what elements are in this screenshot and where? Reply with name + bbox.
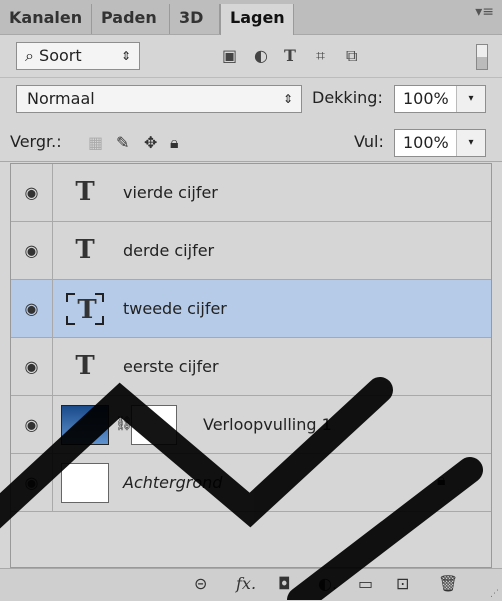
layer-name: Achtergrond	[123, 473, 223, 492]
type-layer-icon: T	[65, 292, 109, 330]
layer-name: tweede cijfer	[123, 299, 227, 318]
select-arrows-icon: ⇕	[282, 92, 293, 106]
visibility-eye-icon[interactable]: ◉	[11, 222, 53, 279]
layer-row[interactable]: ◉ T eerste cijfer	[11, 338, 491, 396]
blend-row: Normaal ⇕ Dekking: 100% ▾	[0, 79, 502, 119]
layers-list: ◉ T vierde cijfer ◉ T derde cijfer ◉ T t…	[10, 163, 492, 568]
layer-name: Verloopvulling 1	[203, 415, 332, 434]
layer-name: derde cijfer	[123, 241, 215, 260]
visibility-eye-icon[interactable]: ◉	[11, 280, 53, 337]
layer-name: eerste cijfer	[123, 357, 219, 376]
fill-input[interactable]: 100% ▾	[394, 129, 486, 157]
shape-layer-filter-icon[interactable]: ⌗	[316, 46, 325, 66]
select-arrows-icon: ⇕	[120, 49, 131, 63]
type-layer-icon: T	[75, 177, 95, 207]
link-layers-icon[interactable]: ⊝	[194, 574, 207, 593]
visibility-eye-icon[interactable]: ◉	[11, 164, 53, 221]
lock-row: Vergr.: ▦ ✎ ✥ 🔒︎ Vul: 100% ▾	[0, 121, 502, 162]
opacity-input[interactable]: 100% ▾	[394, 85, 486, 113]
lock-label: Vergr.:	[10, 132, 62, 151]
smart-object-filter-icon[interactable]: ⧉	[346, 46, 357, 66]
filter-row: ⌕ Soort ⇕ ▣ ◐ T ⌗ ⧉	[0, 35, 502, 78]
mask-thumbnail[interactable]	[131, 405, 177, 445]
filter-kind-select[interactable]: ⌕ Soort ⇕	[16, 42, 140, 70]
blend-mode-select[interactable]: Normaal ⇕	[16, 85, 302, 113]
blend-mode-value: Normaal	[27, 89, 95, 108]
resize-grip-icon[interactable]: ⋰	[490, 589, 499, 599]
visibility-eye-icon[interactable]: ◉	[11, 396, 53, 453]
layer-row[interactable]: ◉ T vierde cijfer	[11, 164, 491, 222]
tab-lagen[interactable]: Lagen	[220, 4, 294, 35]
new-layer-icon[interactable]: ⊡	[396, 574, 409, 593]
background-thumbnail[interactable]	[61, 463, 109, 503]
lock-position-icon[interactable]: ✥	[144, 133, 157, 152]
new-group-icon[interactable]: ▭	[358, 574, 373, 593]
layer-row[interactable]: ◉ ⛓ Verloopvulling 1	[11, 396, 491, 454]
fx-icon[interactable]: fx.	[236, 574, 256, 593]
pixel-layer-filter-icon[interactable]: ▣	[222, 46, 237, 65]
opacity-value: 100%	[403, 89, 449, 108]
add-mask-icon[interactable]: ◘	[278, 574, 291, 593]
visibility-eye-icon[interactable]: ◉	[11, 338, 53, 395]
gradient-thumbnail[interactable]	[61, 405, 109, 445]
panel-footer: ⊝ fx. ◘ ◐. ▭ ⊡ 🗑︎ ⋰	[0, 568, 502, 601]
tab-paden[interactable]: Paden	[92, 4, 170, 34]
tab-bar: Kanalen Paden 3D Lagen ▾≡	[0, 0, 502, 35]
lock-all-icon[interactable]: 🔒︎	[170, 133, 179, 153]
adjustment-layer-filter-icon[interactable]: ◐	[254, 46, 268, 65]
chevron-down-icon[interactable]: ▾	[456, 130, 485, 156]
visibility-eye-icon[interactable]: ◉	[11, 454, 53, 511]
tab-kanalen[interactable]: Kanalen	[0, 4, 92, 34]
type-layer-icon: T	[75, 351, 95, 381]
opacity-label: Dekking:	[312, 88, 383, 107]
selection-corners	[66, 293, 104, 325]
lock-icon: 🔒︎	[437, 470, 446, 489]
type-layer-filter-icon[interactable]: T	[284, 46, 296, 65]
fill-value: 100%	[403, 133, 449, 152]
lock-pixels-icon[interactable]: ✎	[116, 133, 129, 152]
fill-label: Vul:	[354, 132, 384, 151]
filter-toggle[interactable]	[476, 44, 488, 70]
layer-name: vierde cijfer	[123, 183, 218, 202]
layer-row-selected[interactable]: ◉ T tweede cijfer	[11, 280, 491, 338]
layers-empty-area	[11, 512, 491, 567]
panel-menu-icon[interactable]: ▾≡	[475, 4, 494, 20]
filter-kind-label: Soort	[39, 46, 82, 65]
type-layer-icon: T	[75, 235, 95, 265]
layers-panel: Kanalen Paden 3D Lagen ▾≡ ⌕ Soort ⇕ ▣ ◐ …	[0, 0, 502, 601]
tab-3d[interactable]: 3D	[170, 4, 220, 34]
trash-icon[interactable]: 🗑︎	[438, 574, 458, 593]
lock-transparency-icon[interactable]: ▦	[88, 133, 103, 152]
search-icon: ⌕	[25, 46, 40, 65]
adjustment-layer-icon[interactable]: ◐.	[318, 574, 337, 593]
layer-row[interactable]: ◉ Achtergrond 🔒︎	[11, 454, 491, 512]
layer-row[interactable]: ◉ T derde cijfer	[11, 222, 491, 280]
chevron-down-icon[interactable]: ▾	[456, 86, 485, 112]
